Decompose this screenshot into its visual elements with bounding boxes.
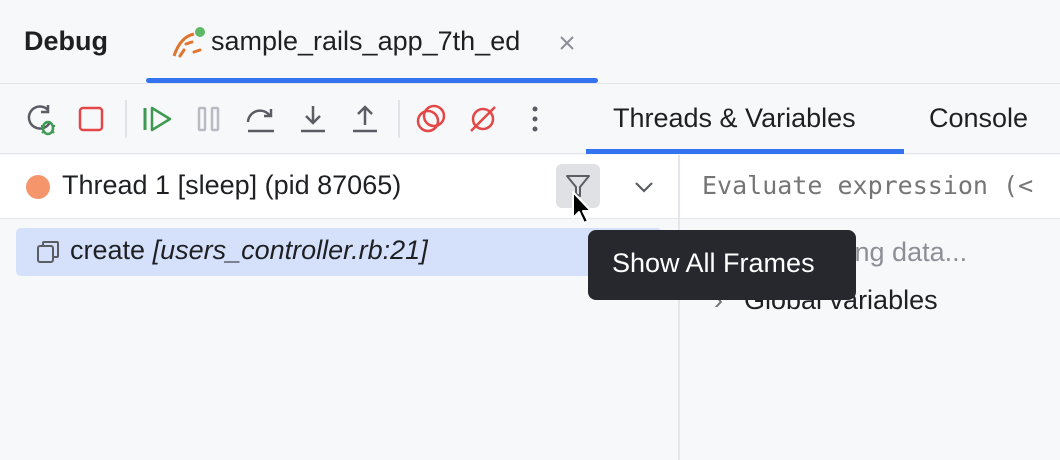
debug-toolbar: Threads & Variables Console xyxy=(0,84,1060,154)
rerun-icon xyxy=(27,105,55,136)
debug-header: Debug sample_rails_app_7th_ed xyxy=(0,0,1060,84)
stop-icon xyxy=(78,106,104,132)
frame-method: create xyxy=(70,235,146,265)
frame-location: [users_controller.rb:21] xyxy=(152,235,428,265)
tooltip: Show All Frames xyxy=(588,230,856,300)
tab-threads-variables[interactable]: Threads & Variables xyxy=(613,84,856,154)
step-into-icon xyxy=(301,106,325,133)
thread-label: Thread 1 [sleep] (pid 87065) xyxy=(62,170,402,200)
rails-debug-icon xyxy=(172,27,205,58)
active-tab-indicator xyxy=(146,78,598,83)
pause-button[interactable] xyxy=(190,100,228,138)
variables-pane: Collecting data... ›Global variables xyxy=(680,155,1060,460)
pause-icon xyxy=(197,106,220,132)
thread-status-icon xyxy=(26,175,50,199)
evaluate-bar xyxy=(680,155,1060,219)
rerun-button[interactable] xyxy=(22,100,60,138)
stop-button[interactable] xyxy=(72,100,110,138)
toolbar-separator xyxy=(398,100,400,138)
tab-console[interactable]: Console xyxy=(929,84,1028,154)
resume-button[interactable] xyxy=(138,100,176,138)
step-over-button[interactable] xyxy=(242,100,280,138)
frame-label: create [users_controller.rb:21] xyxy=(70,235,428,266)
tool-window-title: Debug xyxy=(24,26,108,56)
frame-icon xyxy=(37,241,59,263)
run-tab-label: sample_rails_app_7th_ed xyxy=(211,26,521,56)
active-tab-indicator xyxy=(586,149,904,154)
step-out-button[interactable] xyxy=(346,100,384,138)
step-into-button[interactable] xyxy=(294,100,332,138)
step-out-icon xyxy=(353,105,377,133)
frame-list-item[interactable]: create [users_controller.rb:21] xyxy=(16,228,662,276)
mute-breakpoints-button[interactable] xyxy=(464,100,502,138)
mute-breakpoints-icon xyxy=(470,106,496,132)
step-over-icon xyxy=(246,109,274,133)
chevron-down-icon[interactable] xyxy=(632,177,656,197)
toolbar-separator xyxy=(125,100,127,138)
run-config-tab[interactable]: sample_rails_app_7th_ed xyxy=(146,0,598,84)
view-breakpoints-button[interactable] xyxy=(412,100,450,138)
view-breakpoints-icon xyxy=(416,104,446,133)
more-button[interactable] xyxy=(516,100,554,138)
resume-icon xyxy=(143,106,172,132)
mouse-cursor-icon xyxy=(572,191,592,224)
close-icon[interactable] xyxy=(558,34,576,52)
evaluate-expression-input[interactable] xyxy=(702,171,1060,200)
more-icon xyxy=(532,106,538,132)
